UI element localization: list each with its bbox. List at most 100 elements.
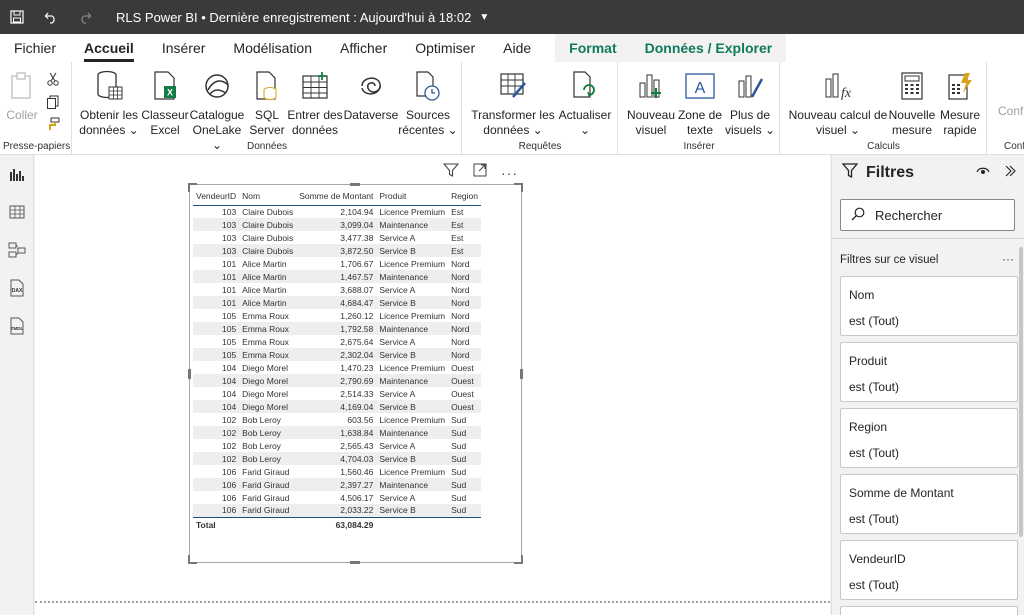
text-box-button[interactable]: A Zone de texte (675, 68, 725, 138)
tab-accueil[interactable]: Accueil (70, 34, 148, 62)
filter-card-nom[interactable]: Nom est (Tout) (840, 276, 1018, 336)
cell-montant: 4,704.03 (296, 452, 377, 465)
sql-server-button[interactable]: SQL Server (247, 68, 287, 138)
enter-data-button[interactable]: Entrer des données (285, 68, 345, 138)
recent-sources-button[interactable]: Sources récentes ⌄ (397, 68, 459, 138)
table-row[interactable]: 106 Farid Giraud 2,033.22 Service B Sud (193, 504, 481, 517)
eye-icon[interactable] (976, 164, 990, 182)
tab-fichier[interactable]: Fichier (0, 34, 70, 62)
format-painter-icon[interactable] (44, 115, 62, 133)
excel-workbook-button[interactable]: X Classeur Excel (141, 68, 189, 138)
table-row[interactable]: 105 Emma Roux 2,675.64 Service A Nord (193, 335, 481, 348)
table-row[interactable]: 105 Emma Roux 1,260.12 Licence Premium Nord (193, 309, 481, 322)
table-row[interactable]: 101 Alice Martin 3,688.07 Service A Nord (193, 283, 481, 296)
col-header-montant[interactable]: Somme de Montant (296, 188, 377, 206)
table-row[interactable]: 101 Alice Martin 4,684.47 Service B Nord (193, 296, 481, 309)
title-dropdown-icon[interactable]: ▼ (479, 12, 489, 23)
refresh-button[interactable]: Actualiser ⌄ (555, 68, 615, 138)
report-view-icon[interactable] (0, 155, 34, 193)
filter-card-vendeurid[interactable]: VendeurID est (Tout) (840, 540, 1018, 600)
new-measure-button[interactable]: Nouvelle mesure (887, 68, 937, 138)
sensitivity-button[interactable]: Confi (998, 104, 1024, 119)
col-header-produit[interactable]: Produit (376, 188, 449, 206)
table-row[interactable]: 105 Emma Roux 2,302.04 Service B Nord (193, 348, 481, 361)
new-visual-calc-button[interactable]: fx Nouveau calcul de visuel ⌄ (787, 68, 889, 138)
cut-icon[interactable] (44, 70, 62, 88)
model-view-icon[interactable] (0, 231, 34, 269)
table-row[interactable]: 103 Claire Dubois 3,872.50 Service B Est (193, 244, 481, 257)
more-options-icon[interactable]: ··· (501, 165, 518, 181)
tmdl-view-icon[interactable]: TMDL (0, 307, 34, 345)
table-row[interactable]: 103 Claire Dubois 3,099.04 Maintenance Est (193, 218, 481, 231)
quick-measure-icon (937, 68, 983, 104)
table-visual[interactable]: VendeurID Nom Somme de Montant Produit R… (188, 183, 523, 564)
get-data-button[interactable]: Obtenir les données ⌄ (79, 68, 139, 138)
table-row[interactable]: 102 Bob Leroy 2,565.43 Service A Sud (193, 439, 481, 452)
search-placeholder: Rechercher (875, 207, 943, 223)
resize-handle-right[interactable] (520, 369, 523, 379)
table-row[interactable]: 104 Diego Morel 1,470.23 Licence Premium Oue… (193, 361, 481, 374)
redo-icon[interactable] (68, 0, 102, 34)
filter-card-value: est (Tout) (849, 380, 900, 394)
resize-handle-top[interactable] (350, 183, 360, 186)
resize-handle-left[interactable] (188, 369, 191, 379)
filter-card-somme-montant[interactable]: Somme de Montant est (Tout) (840, 474, 1018, 534)
cell-region: Sud (448, 452, 481, 465)
copy-icon[interactable] (44, 93, 62, 111)
col-header-nom[interactable]: Nom (239, 188, 297, 206)
table-row[interactable]: 105 Emma Roux 1,792.58 Maintenance Nord (193, 322, 481, 335)
table-row[interactable]: 103 Claire Dubois 3,477.38 Service A Est (193, 231, 481, 244)
table-view-icon[interactable] (0, 193, 34, 231)
col-header-region[interactable]: Region (448, 188, 481, 206)
tab-afficher[interactable]: Afficher (326, 34, 401, 62)
filter-card-partial[interactable] (840, 606, 1018, 615)
resize-handle-tl[interactable] (188, 183, 197, 192)
table-row[interactable]: 104 Diego Morel 4,169.04 Service B Ouest (193, 400, 481, 413)
cell-montant: 1,467.57 (296, 270, 377, 283)
filter-icon[interactable] (442, 163, 460, 182)
more-visuals-button[interactable]: Plus de visuels ⌄ (723, 68, 777, 138)
resize-handle-br[interactable] (514, 555, 523, 564)
section-more-icon[interactable]: ··· (1002, 252, 1014, 266)
table-row[interactable]: 102 Bob Leroy 4,704.03 Service B Sud (193, 452, 481, 465)
table-row[interactable]: 106 Farid Giraud 4,506.17 Service A Sud (193, 491, 481, 504)
collapse-pane-icon[interactable] (1004, 164, 1016, 182)
table-row[interactable]: 106 Farid Giraud 2,397.27 Maintenance Sud (193, 478, 481, 491)
transform-data-button[interactable]: Transformer les données ⌄ (469, 68, 557, 138)
dax-query-view-icon[interactable]: DAX (0, 269, 34, 307)
tab-optimiser[interactable]: Optimiser (401, 34, 489, 62)
tab-modelisation[interactable]: Modélisation (219, 34, 326, 62)
new-visual-button[interactable]: Nouveau visuel (625, 68, 677, 138)
undo-icon[interactable] (34, 0, 68, 34)
table-row[interactable]: 106 Farid Giraud 1,560.46 Licence Premium Su… (193, 465, 481, 478)
tab-donnees-explorer[interactable]: Données / Explorer (630, 34, 787, 62)
focus-mode-icon[interactable] (473, 163, 487, 182)
cell-region: Sud (448, 426, 481, 439)
filter-card-region[interactable]: Region est (Tout) (840, 408, 1018, 468)
dataverse-button[interactable]: Dataverse (343, 68, 399, 123)
save-icon[interactable] (0, 0, 34, 34)
table-row[interactable]: 101 Alice Martin 1,706.67 Licence Premium No… (193, 257, 481, 270)
cell-vendeurid: 102 (193, 413, 240, 426)
table-row[interactable]: 103 Claire Dubois 2,104.94 Licence Premium E… (193, 205, 481, 218)
filter-card-produit[interactable]: Produit est (Tout) (840, 342, 1018, 402)
tab-format[interactable]: Format (555, 34, 631, 62)
quick-measure-button[interactable]: Mesure rapide (937, 68, 983, 138)
table-row[interactable]: 101 Alice Martin 1,467.57 Maintenance Nord (193, 270, 481, 283)
table-row[interactable]: 102 Bob Leroy 603.56 Licence Premium Sud (193, 413, 481, 426)
table-row[interactable]: 102 Bob Leroy 1,638.84 Maintenance Sud (193, 426, 481, 439)
filters-scrollbar[interactable] (1019, 247, 1023, 537)
col-header-vendeurid[interactable]: VendeurID (193, 188, 240, 206)
tab-inserer[interactable]: Insérer (148, 34, 220, 62)
table-row[interactable]: 104 Diego Morel 2,790.69 Maintenance Ouest (193, 374, 481, 387)
view-switcher: DAX TMDL (0, 155, 34, 615)
table-row[interactable]: 104 Diego Morel 2,514.33 Service A Ouest (193, 387, 481, 400)
filters-search-input[interactable]: Rechercher (840, 199, 1015, 231)
cell-nom: Claire Dubois (239, 218, 297, 231)
paste-button[interactable]: Coller (4, 68, 40, 123)
resize-handle-bottom[interactable] (350, 561, 360, 564)
cell-produit: Service A (376, 335, 449, 348)
resize-handle-bl[interactable] (188, 555, 197, 564)
tab-aide[interactable]: Aide (489, 34, 545, 62)
resize-handle-tr[interactable] (514, 183, 523, 192)
